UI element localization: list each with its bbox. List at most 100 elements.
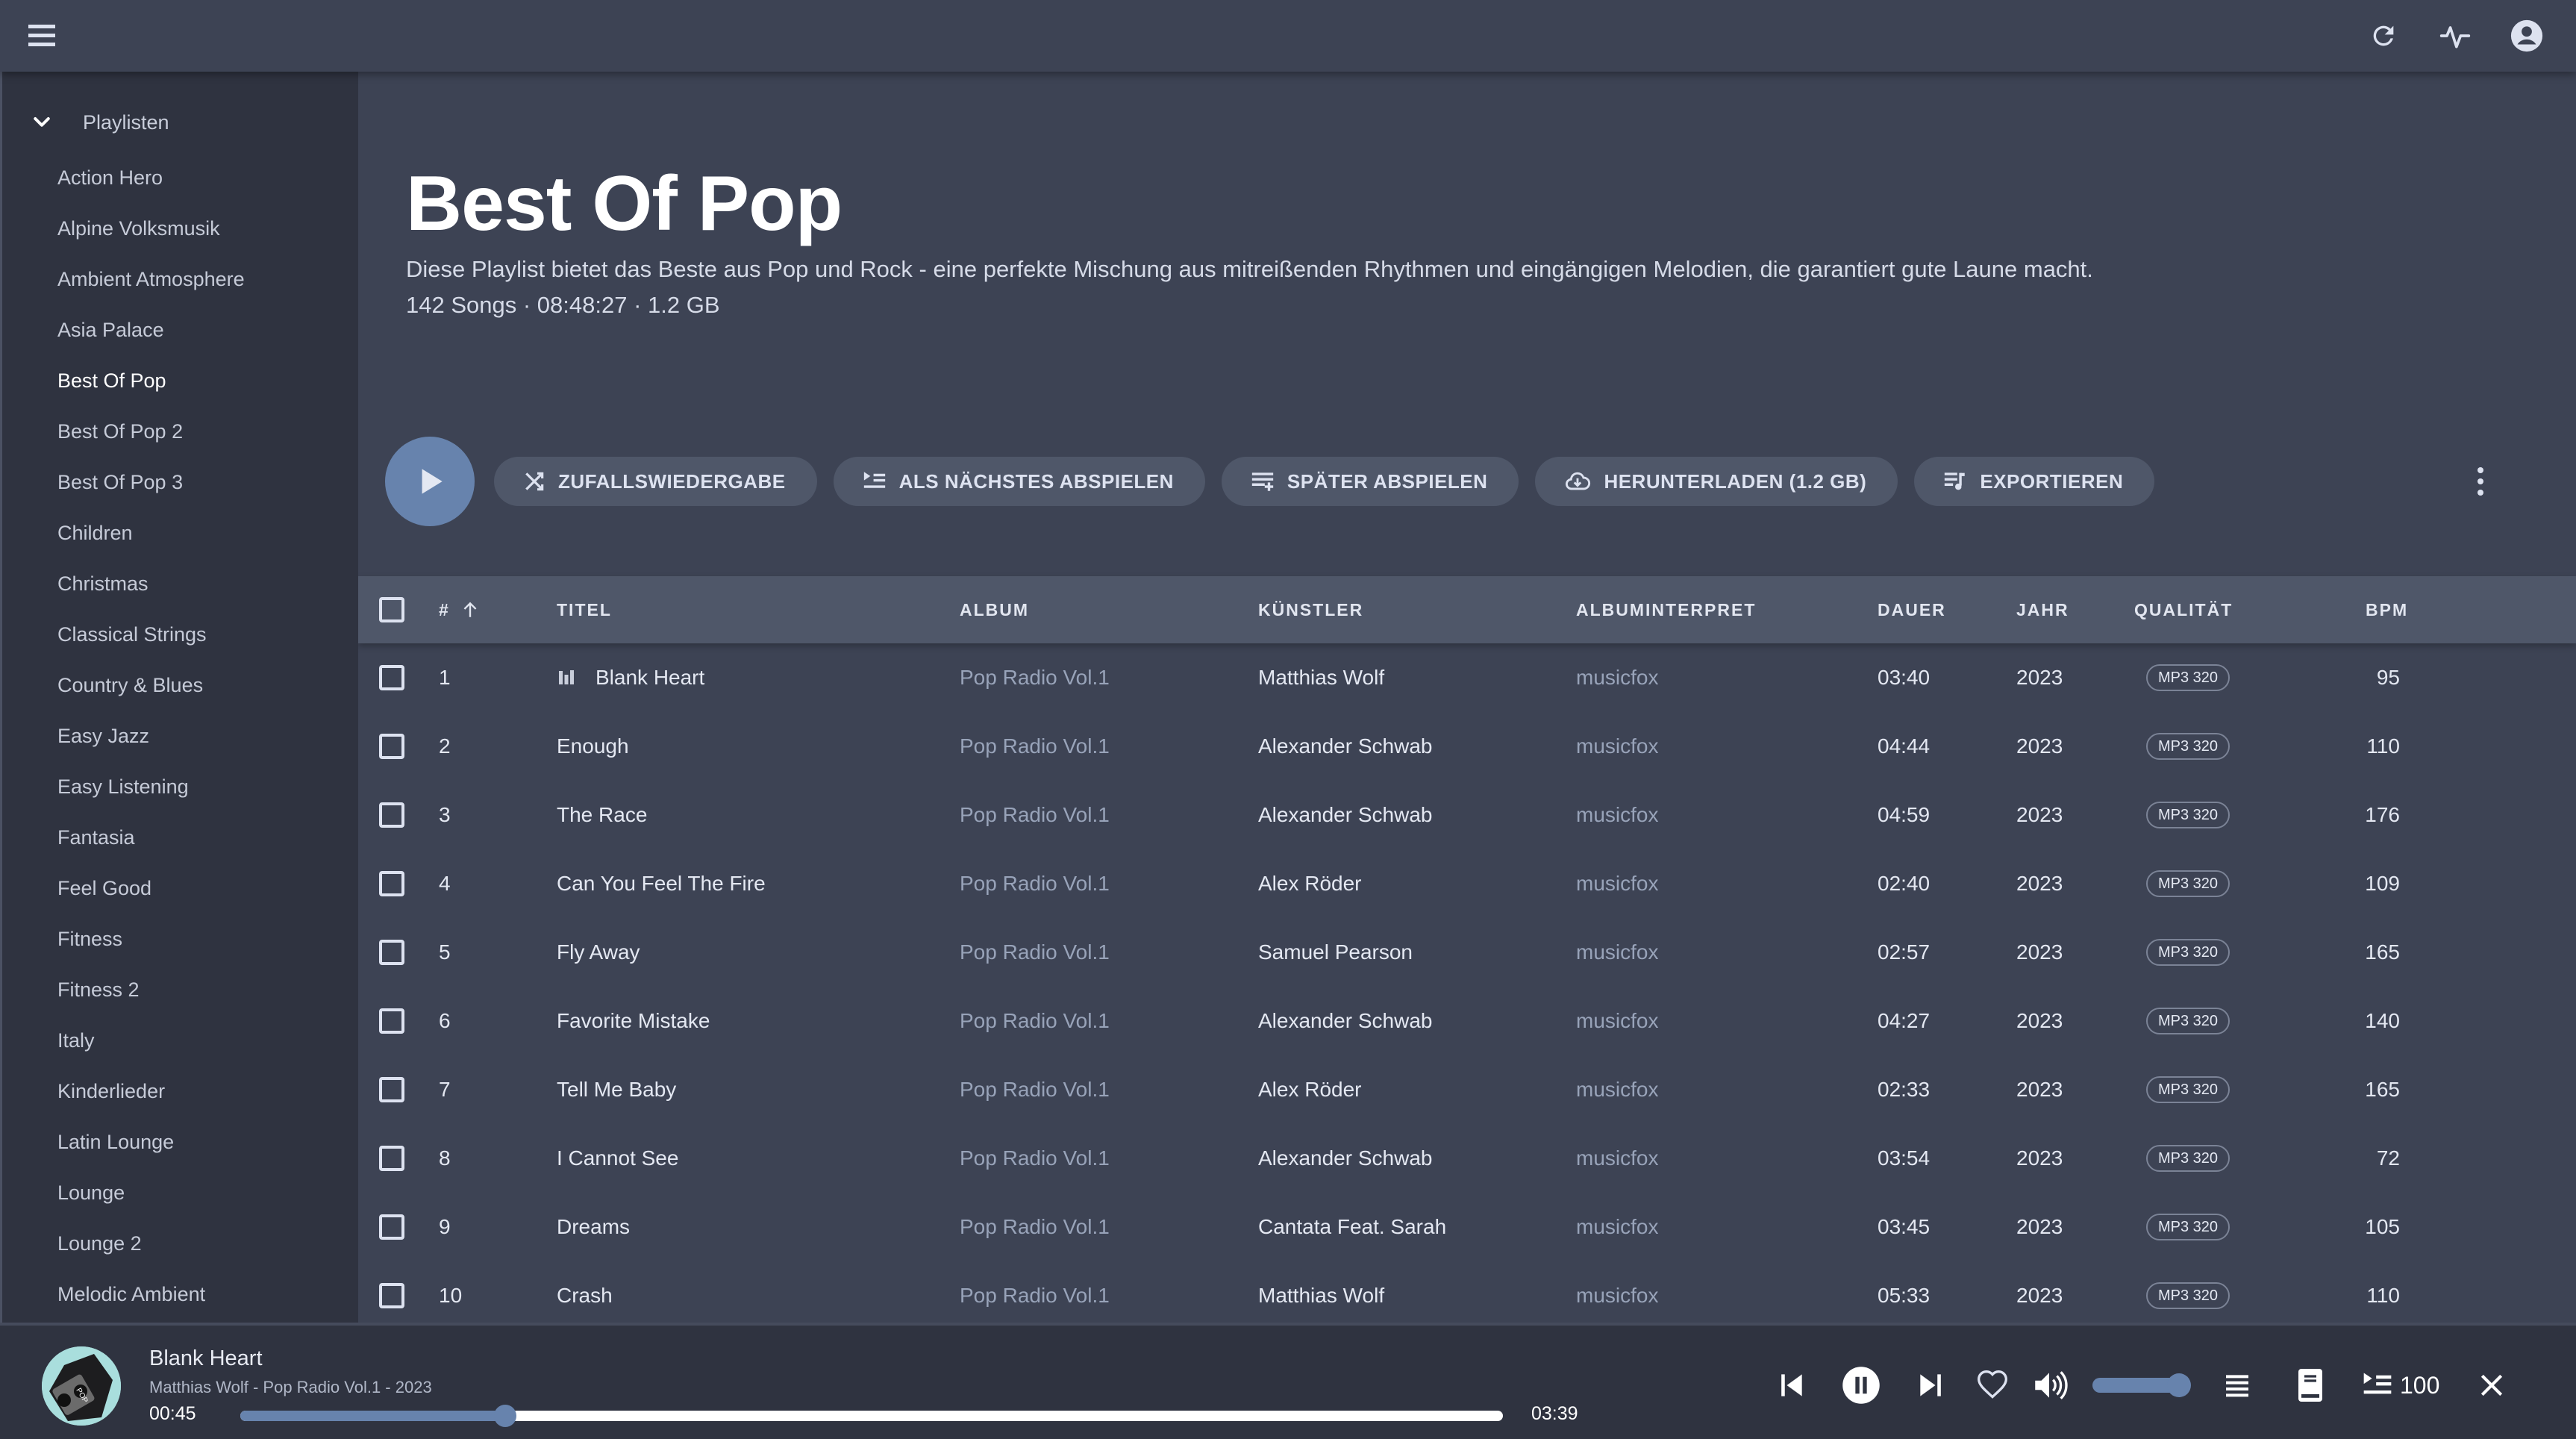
play-next-button[interactable]: ALS NÄCHSTES ABSPIELEN (833, 457, 1205, 506)
header-artist[interactable]: KÜNSTLER (1258, 600, 1363, 620)
sidebar-item-country-blues[interactable]: Country & Blues (2, 660, 358, 711)
track-title[interactable]: Enough (557, 734, 629, 758)
sidebar-item-fantasia[interactable]: Fantasia (2, 812, 358, 863)
track-album[interactable]: Pop Radio Vol.1 (960, 803, 1110, 827)
track-artist[interactable]: Alexander Schwab (1258, 734, 1432, 758)
track-artist[interactable]: Alexander Schwab (1258, 1009, 1432, 1033)
sidebar-item-lounge-2[interactable]: Lounge 2 (2, 1218, 358, 1269)
sidebar-item-children[interactable]: Children (2, 508, 358, 558)
track-artist[interactable]: Alexander Schwab (1258, 803, 1432, 827)
select-all-checkbox[interactable] (379, 597, 404, 622)
more-options-icon[interactable] (2466, 463, 2495, 500)
track-album[interactable]: Pop Radio Vol.1 (960, 940, 1110, 964)
table-row[interactable]: 5 Fly Away Pop Radio Vol.1 Samuel Pearson mu… (358, 918, 2576, 987)
row-checkbox[interactable] (379, 802, 404, 828)
refresh-icon[interactable] (2364, 16, 2403, 55)
sidebar-item-christmas[interactable]: Christmas (2, 558, 358, 609)
table-row[interactable]: 9 Dreams Pop Radio Vol.1 Cantata Feat. Sara… (358, 1193, 2576, 1261)
table-row[interactable]: 4 Can You Feel The Fire Pop Radio Vol.1 Ale… (358, 849, 2576, 918)
track-album-artist[interactable]: musicfox (1576, 734, 1658, 758)
now-playing-title[interactable]: Blank Heart (149, 1346, 263, 1371)
header-album-artist[interactable]: ALBUMINTERPRET (1576, 600, 1756, 620)
track-album-artist[interactable]: musicfox (1576, 940, 1658, 964)
sidebar-item-best-of-pop-2[interactable]: Best Of Pop 2 (2, 406, 358, 457)
volume-slider[interactable] (2092, 1373, 2191, 1397)
track-title-text[interactable]: Blank Heart (595, 666, 704, 690)
track-album[interactable]: Pop Radio Vol.1 (960, 1009, 1110, 1033)
sidebar-item-melodic-ambient[interactable]: Melodic Ambient (2, 1269, 358, 1320)
sidebar-item-easy-jazz[interactable]: Easy Jazz (2, 711, 358, 761)
track-artist[interactable]: Cantata Feat. Sarah (1258, 1215, 1446, 1239)
track-artist[interactable]: Samuel Pearson (1258, 940, 1413, 964)
track-album-artist[interactable]: musicfox (1576, 803, 1658, 827)
play-queue-button[interactable]: 100 (2361, 1369, 2439, 1402)
header-quality[interactable]: QUALITÄT (2134, 600, 2233, 620)
track-album[interactable]: Pop Radio Vol.1 (960, 1284, 1110, 1308)
header-year[interactable]: JAHR (2016, 600, 2069, 620)
seek-handle[interactable] (494, 1405, 517, 1427)
queue-button[interactable] (2215, 1370, 2260, 1400)
track-artist[interactable]: Matthias Wolf (1258, 666, 1384, 690)
volume-handle[interactable] (2167, 1373, 2191, 1397)
sidebar-item-asia-palace[interactable]: Asia Palace (2, 305, 358, 355)
sidebar-item-ambient-atmosphere[interactable]: Ambient Atmosphere (2, 254, 358, 305)
track-artist[interactable]: Alexander Schwab (1258, 1146, 1432, 1170)
favorite-button[interactable] (1970, 1369, 2015, 1402)
sidebar-item-fitness-2[interactable]: Fitness 2 (2, 964, 358, 1015)
sidebar-item-kinderlieder[interactable]: Kinderlieder (2, 1066, 358, 1117)
export-button[interactable]: EXPORTIEREN (1914, 457, 2155, 506)
row-checkbox[interactable] (379, 1077, 404, 1102)
shuffle-button[interactable]: ZUFALLSWIEDERGABE (494, 457, 817, 506)
track-title[interactable]: Dreams (557, 1215, 630, 1239)
account-circle-icon[interactable] (2507, 16, 2546, 55)
sidebar-item-lounge[interactable]: Lounge (2, 1167, 358, 1218)
track-title[interactable]: Tell Me Baby (557, 1078, 676, 1102)
table-row[interactable]: 7 Tell Me Baby Pop Radio Vol.1 Alex Röder mu… (358, 1055, 2576, 1124)
row-checkbox[interactable] (379, 734, 404, 759)
track-album[interactable]: Pop Radio Vol.1 (960, 734, 1110, 758)
table-row[interactable]: 1 Blank Heart Pop Radio Vol.1 Matthias Wolf… (358, 643, 2576, 712)
sidebar-section-playlists[interactable]: Playlisten (2, 93, 358, 152)
track-album-artist[interactable]: musicfox (1576, 666, 1658, 690)
header-title[interactable]: TITEL (557, 600, 612, 620)
track-album-artist[interactable]: musicfox (1576, 1146, 1658, 1170)
header-bpm[interactable]: BPM (2366, 600, 2408, 620)
table-row[interactable]: 8 I Cannot See Pop Radio Vol.1 Alexander Sc… (358, 1124, 2576, 1193)
sidebar-item-easy-listening[interactable]: Easy Listening (2, 761, 358, 812)
sidebar-item-action-hero[interactable]: Action Hero (2, 152, 358, 203)
sidebar-item-alpine-volksmusik[interactable]: Alpine Volksmusik (2, 203, 358, 254)
track-album[interactable]: Pop Radio Vol.1 (960, 1146, 1110, 1170)
close-player-button[interactable] (2469, 1371, 2514, 1399)
track-album[interactable]: Pop Radio Vol.1 (960, 1215, 1110, 1239)
sidebar-item-latin-lounge[interactable]: Latin Lounge (2, 1117, 358, 1167)
sidebar-item-best-of-pop[interactable]: Best Of Pop (2, 355, 358, 406)
play-button[interactable] (385, 437, 475, 526)
table-row[interactable]: 10 Crash Pop Radio Vol.1 Matthias Wolf music… (358, 1261, 2576, 1323)
table-row[interactable]: 2 Enough Pop Radio Vol.1 Alexander Schwab mu… (358, 712, 2576, 781)
row-checkbox[interactable] (379, 1283, 404, 1308)
track-album[interactable]: Pop Radio Vol.1 (960, 1078, 1110, 1102)
pause-button[interactable] (1839, 1365, 1883, 1405)
hamburger-menu-icon[interactable] (28, 25, 58, 47)
sidebar-item-classical-strings[interactable]: Classical Strings (2, 609, 358, 660)
activity-icon[interactable] (2436, 16, 2475, 55)
download-button[interactable]: HERUNTERLADEN (1.2 GB) (1535, 457, 1898, 506)
row-checkbox[interactable] (379, 665, 404, 690)
track-artist[interactable]: Alex Röder (1258, 872, 1362, 896)
track-title[interactable]: The Race (557, 803, 647, 827)
row-checkbox[interactable] (379, 871, 404, 896)
previous-track-button[interactable] (1769, 1369, 1813, 1402)
now-playing-subtitle[interactable]: Matthias Wolf - Pop Radio Vol.1 - 2023 (149, 1378, 432, 1397)
row-checkbox[interactable] (379, 1214, 404, 1240)
track-album-artist[interactable]: musicfox (1576, 872, 1658, 896)
track-title[interactable]: Can You Feel The Fire (557, 872, 766, 896)
track-title[interactable]: Crash (557, 1284, 613, 1308)
header-duration[interactable]: DAUER (1878, 600, 1946, 620)
row-checkbox[interactable] (379, 1008, 404, 1034)
track-album-artist[interactable]: musicfox (1576, 1078, 1658, 1102)
next-track-button[interactable] (1909, 1369, 1954, 1402)
album-cover[interactable]: POP (42, 1346, 121, 1426)
track-artist[interactable]: Alex Röder (1258, 1078, 1362, 1102)
volume-button[interactable] (2027, 1367, 2072, 1404)
sidebar-item-fitness[interactable]: Fitness (2, 914, 358, 964)
